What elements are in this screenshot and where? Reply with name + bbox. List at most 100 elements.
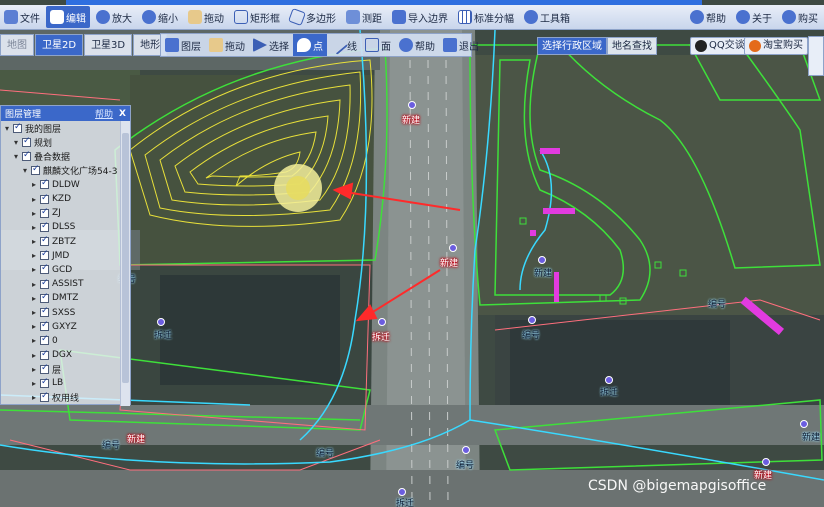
area-tool-button[interactable]: 面	[361, 34, 395, 56]
poi-marker[interactable]	[462, 446, 470, 454]
layer-checkbox[interactable]	[40, 249, 49, 261]
place-search-tab[interactable]: 地名查找	[607, 37, 657, 55]
polygon-button[interactable]: 多边形	[286, 6, 340, 28]
layer-row[interactable]: ▸ ZBTZ	[1, 235, 130, 249]
layer-checkbox[interactable]	[40, 320, 49, 332]
expand-toggle-icon[interactable]: ▸	[30, 379, 38, 388]
buy-button[interactable]: 购买	[778, 6, 822, 28]
panel-scrollbar[interactable]	[120, 121, 130, 406]
tab-satellite-2d[interactable]: 卫星2D	[35, 34, 84, 56]
layer-row[interactable]: ▸ DLDW	[1, 178, 130, 192]
expand-toggle-icon[interactable]: ▸	[30, 209, 38, 218]
expand-toggle-icon[interactable]: ▸	[30, 223, 38, 232]
edit-button[interactable]: 编辑	[46, 6, 90, 28]
layer-checkbox[interactable]	[40, 334, 49, 346]
layer-row[interactable]: ▸ KZD	[1, 192, 130, 206]
zoom-in-button[interactable]: 放大	[92, 6, 136, 28]
tab-map[interactable]: 地图	[0, 34, 34, 56]
layer-row[interactable]: ▸ JMD	[1, 249, 130, 263]
qq-chat-button[interactable]: QQ交谈	[690, 37, 750, 55]
poi-marker[interactable]	[157, 318, 165, 326]
expand-toggle-icon[interactable]: ▸	[30, 336, 38, 345]
expand-toggle-icon[interactable]: ▸	[30, 251, 38, 260]
expand-toggle-icon[interactable]: ▸	[30, 294, 38, 303]
layer-row[interactable]: ▸ DGX	[1, 348, 130, 362]
poi-marker[interactable]	[408, 101, 416, 109]
poi-marker[interactable]	[378, 318, 386, 326]
expand-toggle-icon[interactable]: ▾	[21, 166, 29, 175]
expand-toggle-icon[interactable]: ▾	[12, 152, 20, 161]
standard-grid-button[interactable]: 标准分幅	[454, 6, 518, 28]
poi-marker[interactable]	[800, 420, 808, 428]
layer-checkbox[interactable]	[22, 136, 31, 147]
layer-checkbox[interactable]	[31, 164, 40, 176]
taobao-buy-button[interactable]: 淘宝购买	[744, 37, 808, 55]
layer-checkbox[interactable]	[40, 292, 49, 303]
layer-checkbox[interactable]	[40, 377, 49, 388]
measure-button[interactable]: 测距	[342, 6, 386, 28]
layer-row[interactable]: ▸ ZJ	[1, 206, 130, 220]
select-tool-button[interactable]: 选择	[249, 34, 293, 56]
layer-row[interactable]: ▾ 叠合数据	[1, 149, 130, 163]
poi-marker[interactable]	[605, 376, 613, 384]
layer-checkbox[interactable]	[40, 363, 49, 374]
point-tool-button[interactable]: 点	[293, 34, 327, 56]
pan-tool-button[interactable]: 拖动	[205, 34, 249, 56]
expand-toggle-icon[interactable]: ▸	[30, 237, 38, 246]
expand-toggle-icon[interactable]: ▸	[30, 393, 38, 402]
panel-help-link[interactable]: 帮助	[95, 107, 113, 120]
layer-checkbox[interactable]	[40, 221, 49, 232]
select-region-tab[interactable]: 选择行政区域	[537, 37, 607, 55]
layer-checkbox[interactable]	[40, 391, 49, 403]
expand-toggle-icon[interactable]: ▸	[30, 280, 38, 289]
layer-row[interactable]: ▸ ASSIST	[1, 277, 130, 291]
expand-toggle-icon[interactable]: ▾	[12, 138, 20, 147]
layer-checkbox[interactable]	[13, 122, 22, 133]
layer-row[interactable]: ▸层	[1, 362, 130, 376]
poi-marker[interactable]	[398, 488, 406, 496]
about-button[interactable]: 关于	[732, 6, 776, 28]
poi-marker[interactable]	[762, 458, 770, 466]
help-tool-button[interactable]: 帮助	[395, 34, 439, 56]
layer-checkbox[interactable]	[22, 150, 31, 161]
file-button[interactable]: 文件	[0, 6, 44, 28]
layer-checkbox[interactable]	[40, 207, 49, 218]
line-tool-button[interactable]: 线	[327, 34, 361, 56]
layer-checkbox[interactable]	[40, 349, 49, 360]
layer-checkbox[interactable]	[40, 306, 49, 318]
layer-checkbox[interactable]	[40, 235, 49, 247]
exit-tool-button[interactable]: 退出	[439, 34, 483, 56]
expand-toggle-icon[interactable]: ▸	[30, 265, 38, 274]
poi-marker[interactable]	[449, 244, 457, 252]
layer-row[interactable]: ▸ SXSS	[1, 305, 130, 319]
layer-row[interactable]: ▾ 规划	[1, 135, 130, 149]
layer-row[interactable]: ▸0	[1, 334, 130, 348]
layers-button[interactable]: 图层	[161, 34, 205, 56]
layer-row[interactable]: ▸ 权用线	[1, 391, 130, 404]
expand-toggle-icon[interactable]: ▸	[30, 322, 38, 331]
help-button[interactable]: 帮助	[686, 6, 730, 28]
expand-toggle-icon[interactable]: ▸	[30, 351, 38, 360]
import-boundary-button[interactable]: 导入边界	[388, 6, 452, 28]
layer-checkbox[interactable]	[40, 178, 49, 190]
close-icon[interactable]: X	[119, 109, 126, 119]
tab-satellite-3d[interactable]: 卫星3D	[84, 34, 133, 56]
layer-checkbox[interactable]	[40, 278, 49, 289]
expand-toggle-icon[interactable]: ▾	[3, 124, 11, 133]
expand-toggle-icon[interactable]: ▸	[30, 308, 38, 317]
layer-row[interactable]: ▸ DMTZ	[1, 291, 130, 305]
expand-toggle-icon[interactable]: ▸	[30, 195, 38, 204]
zoom-out-button[interactable]: 缩小	[138, 6, 182, 28]
layer-row[interactable]: ▾ 我的图层	[1, 121, 130, 135]
rect-select-button[interactable]: 矩形框	[230, 6, 284, 28]
pan-button[interactable]: 拖动	[184, 6, 228, 28]
poi-marker[interactable]	[528, 316, 536, 324]
expand-toggle-icon[interactable]: ▸	[30, 180, 38, 189]
layer-checkbox[interactable]	[40, 193, 49, 204]
layer-checkbox[interactable]	[40, 263, 49, 275]
layer-row[interactable]: ▸ DLSS	[1, 220, 130, 234]
poi-marker[interactable]	[538, 256, 546, 264]
layer-row[interactable]: ▸ LB	[1, 376, 130, 390]
layer-row[interactable]: ▸ GXYZ	[1, 320, 130, 334]
layer-row[interactable]: ▾ 麒麟文化广场54-3	[1, 164, 130, 178]
